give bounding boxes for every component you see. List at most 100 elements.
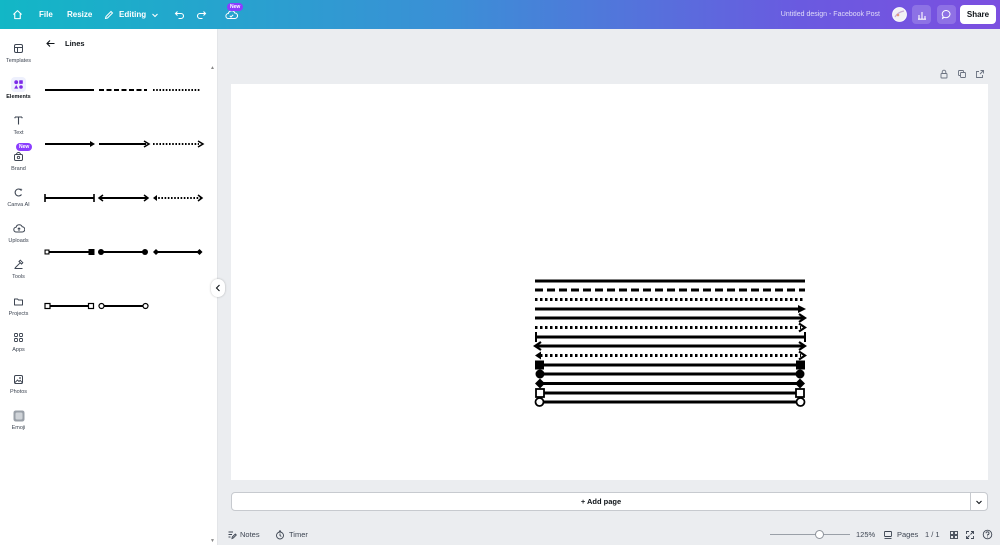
emoji-icon bbox=[11, 408, 26, 423]
comment-icon bbox=[941, 10, 951, 20]
file-menu[interactable]: File bbox=[39, 0, 53, 29]
templates-icon bbox=[11, 41, 26, 56]
add-page-above-button[interactable] bbox=[975, 68, 985, 80]
line-arrow-solid[interactable] bbox=[45, 141, 95, 147]
comments-button[interactable] bbox=[937, 5, 956, 24]
editing-label: Editing bbox=[119, 10, 147, 19]
projects-icon bbox=[11, 294, 26, 309]
canvas-line-circle-outline[interactable] bbox=[534, 397, 806, 407]
help-button[interactable] bbox=[982, 524, 993, 545]
canvas-line-diamond-filled[interactable] bbox=[535, 378, 805, 389]
rail-item-label: Canva AI bbox=[7, 202, 30, 208]
rail-item-text[interactable]: Text bbox=[0, 110, 37, 144]
bottom-toolbar: Notes Timer 125% Pages 1 / 1 bbox=[219, 524, 1000, 545]
add-page-button[interactable]: + Add page bbox=[231, 492, 971, 511]
collapse-panel-button[interactable] bbox=[211, 279, 225, 297]
avatar[interactable] bbox=[892, 0, 907, 29]
notes-icon bbox=[228, 531, 237, 539]
tools-icon bbox=[11, 257, 26, 272]
rail-item-brand[interactable]: Brand bbox=[0, 146, 37, 180]
line-circle-outline[interactable] bbox=[98, 302, 149, 310]
page-count: 1 / 1 bbox=[925, 530, 940, 539]
pages-button[interactable]: Pages bbox=[883, 524, 918, 545]
canvas-line-double-arrow[interactable] bbox=[533, 341, 807, 351]
chevron-down-icon bbox=[152, 13, 158, 17]
line-square-outline[interactable] bbox=[44, 302, 95, 310]
line-arrow-dotted[interactable] bbox=[153, 140, 205, 148]
line-double-arrow[interactable] bbox=[97, 194, 150, 202]
rail-item-apps[interactable]: Apps bbox=[0, 327, 37, 361]
rail-item-projects[interactable]: Projects bbox=[0, 291, 37, 325]
zoom-level[interactable]: 125% bbox=[856, 524, 875, 545]
line-bar-end[interactable] bbox=[44, 194, 95, 202]
rail-item-label: Projects bbox=[8, 311, 29, 317]
canva-ai-icon bbox=[11, 185, 26, 200]
rail-item-uploads[interactable]: Uploads bbox=[0, 218, 37, 252]
canvas-line-circle-filled[interactable] bbox=[535, 369, 805, 379]
bar-chart-icon bbox=[917, 11, 926, 20]
undo-icon bbox=[174, 11, 185, 20]
canvas-line-arrow-dotted[interactable] bbox=[535, 322, 807, 333]
zoom-slider-handle[interactable] bbox=[815, 530, 824, 539]
pages-icon bbox=[884, 530, 892, 539]
rail-item-tools[interactable]: Tools bbox=[0, 254, 37, 288]
home-icon bbox=[12, 10, 23, 20]
canvas-line-square-filled[interactable] bbox=[535, 360, 805, 370]
line-circle-filled[interactable] bbox=[98, 249, 148, 255]
top-toolbar: File Resize Editing New Untitled design … bbox=[0, 0, 1000, 29]
line-arrow-solid-2[interactable] bbox=[99, 140, 151, 148]
duplicate-page-button[interactable] bbox=[957, 68, 967, 80]
share-button[interactable]: Share bbox=[960, 5, 996, 24]
text-icon bbox=[11, 113, 26, 128]
fullscreen-button[interactable] bbox=[965, 524, 975, 545]
rail-item-label: Uploads bbox=[8, 238, 29, 244]
export-page-icon bbox=[976, 70, 984, 78]
pencil-icon bbox=[104, 10, 114, 19]
photos-icon bbox=[11, 372, 26, 387]
brand-new-badge: New bbox=[16, 143, 33, 151]
canvas-line-double-arrow-dotted[interactable] bbox=[535, 350, 807, 361]
timer-button[interactable]: Timer bbox=[275, 524, 308, 545]
line-square-filled[interactable] bbox=[44, 249, 95, 255]
canvas-line-arrow-solid[interactable] bbox=[535, 305, 806, 313]
rail-item-label: Templates bbox=[5, 58, 32, 64]
lock-icon bbox=[940, 69, 948, 79]
zoom-slider-track[interactable] bbox=[770, 534, 850, 535]
chevron-down-icon bbox=[976, 500, 982, 504]
canvas-line-square-outline[interactable] bbox=[535, 388, 805, 398]
notes-button[interactable]: Notes bbox=[227, 524, 260, 545]
line-double-arrow-dotted[interactable] bbox=[153, 194, 204, 202]
design-title[interactable]: Untitled design - Facebook Post bbox=[720, 0, 880, 29]
resize-button[interactable]: Resize bbox=[67, 0, 92, 29]
undo-button[interactable] bbox=[174, 0, 185, 29]
rail-item-emoji[interactable]: Emoji bbox=[0, 405, 37, 439]
home-button[interactable] bbox=[12, 0, 23, 29]
canvas-line-bar-end[interactable] bbox=[535, 332, 806, 342]
add-page-options-button[interactable] bbox=[970, 492, 988, 511]
grid-view-button[interactable] bbox=[949, 524, 959, 545]
canvas-line-arrow-solid-2[interactable] bbox=[535, 313, 807, 323]
elements-panel: Lines ▲ ▼ bbox=[37, 29, 218, 545]
redo-icon bbox=[196, 11, 207, 20]
lock-page-button[interactable] bbox=[939, 68, 949, 80]
rail-item-label: Tools bbox=[12, 274, 25, 280]
rail-item-templates[interactable]: Templates bbox=[0, 38, 37, 72]
rail-item-canva-ai[interactable]: Canva AI bbox=[0, 182, 37, 216]
rail-item-photos[interactable]: Photos bbox=[0, 369, 37, 403]
elements-icon bbox=[11, 77, 26, 92]
design-page[interactable] bbox=[231, 84, 988, 480]
insights-button[interactable] bbox=[912, 5, 931, 24]
notes-label: Notes bbox=[240, 530, 260, 539]
line-diamond-filled[interactable] bbox=[153, 249, 203, 255]
rail-item-label: Elements bbox=[6, 94, 31, 100]
chevron-left-icon bbox=[215, 284, 220, 292]
pages-label: Pages bbox=[897, 530, 919, 539]
editing-mode-dropdown[interactable]: Editing bbox=[104, 0, 159, 29]
rail-item-label: Brand bbox=[11, 166, 26, 172]
left-navigation-rail: Templates Elements Text Brand New Canva … bbox=[0, 29, 37, 545]
rail-item-elements[interactable]: Elements bbox=[0, 74, 37, 108]
apps-icon bbox=[11, 330, 26, 345]
line-stack[interactable] bbox=[231, 84, 988, 480]
redo-button[interactable] bbox=[196, 0, 207, 29]
help-icon bbox=[982, 529, 993, 540]
